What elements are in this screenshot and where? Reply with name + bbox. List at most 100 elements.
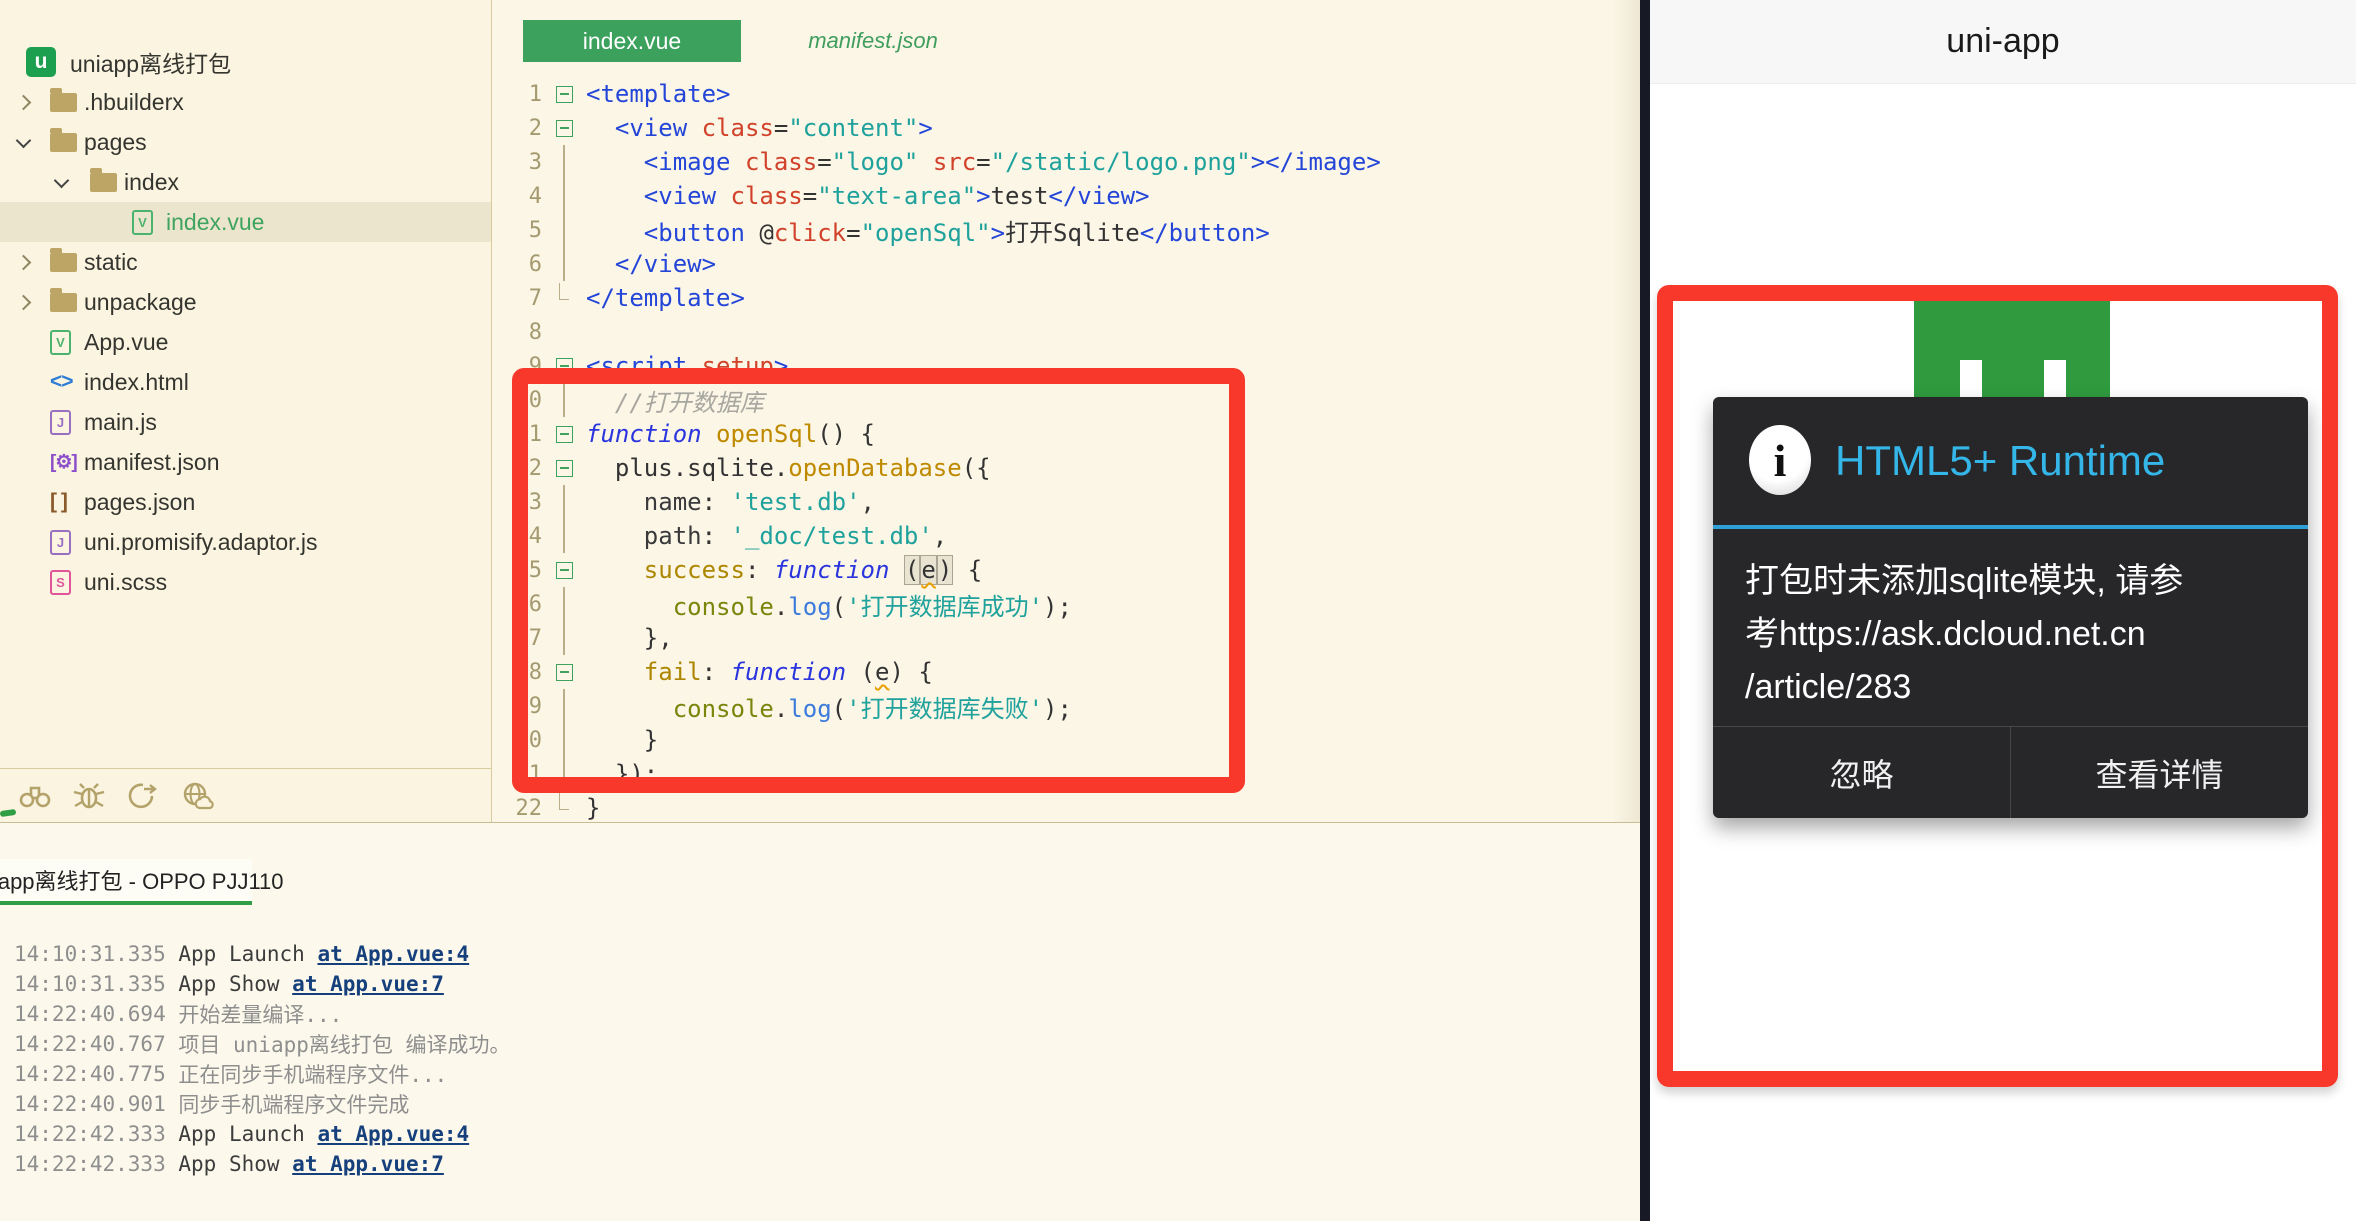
binoculars-search-icon[interactable] xyxy=(16,780,54,812)
bug-debug-icon[interactable] xyxy=(70,780,108,812)
fold-guide xyxy=(548,757,580,791)
editor-scrollbar[interactable] xyxy=(1612,0,1640,822)
tree-item-label: uni.scss xyxy=(84,569,167,596)
code-text: //打开数据库 xyxy=(580,383,764,418)
log-timestamp: 14:22:40.775 xyxy=(14,1062,178,1086)
chevron-right-icon[interactable] xyxy=(16,254,32,270)
tree-item-.hbuilderx[interactable]: .hbuilderx xyxy=(0,82,491,122)
code-line-20[interactable]: 20 } xyxy=(493,723,1640,757)
fold-toggle-icon[interactable] xyxy=(548,553,580,587)
tree-item-label: index.vue xyxy=(166,209,264,236)
tree-item-manifest.json[interactable]: [⚙]manifest.json xyxy=(0,442,491,482)
chevron-right-icon[interactable] xyxy=(16,94,32,110)
log-source-link[interactable]: at App.vue:4 xyxy=(317,942,469,966)
code-line-12[interactable]: 12 plus.sqlite.openDatabase({ xyxy=(493,451,1640,485)
view-details-button[interactable]: 查看详情 xyxy=(2010,727,2308,818)
tree-item-App.vue[interactable]: VApp.vue xyxy=(0,322,491,362)
tree-item-index[interactable]: index xyxy=(0,162,491,202)
console-log-line: 14:22:40.694 开始差量编译... xyxy=(14,999,511,1029)
dialog-title: HTML5+ Runtime xyxy=(1835,397,2165,525)
project-root[interactable]: u uniapp离线打包 xyxy=(0,42,491,82)
code-line-3[interactable]: 3 <image class="logo" src="/static/logo.… xyxy=(493,145,1640,179)
log-source-link[interactable]: at App.vue:7 xyxy=(292,972,444,996)
code-line-13[interactable]: 13 name: 'test.db', xyxy=(493,485,1640,519)
console-panel: uniapp离线打包 - OPPO PJJ110 14:10:31.335 Ap… xyxy=(0,822,1640,1221)
chevron-down-icon[interactable] xyxy=(54,172,70,188)
code-line-21[interactable]: 21 }); xyxy=(493,757,1640,791)
code-line-5[interactable]: 5 <button @click="openSql">打开Sqlite</but… xyxy=(493,213,1640,247)
code-line-11[interactable]: 11function openSql() { xyxy=(493,417,1640,451)
uniapp-logo-icon: u xyxy=(26,47,56,77)
log-timestamp: 14:22:42.333 xyxy=(14,1152,178,1176)
tree-item-unpackage[interactable]: unpackage xyxy=(0,282,491,322)
window-divider[interactable] xyxy=(1640,0,1650,1221)
globe-cloud-icon[interactable] xyxy=(178,780,216,812)
log-message: 同步手机端程序文件完成 xyxy=(178,1089,409,1119)
tree-item-pages[interactable]: pages xyxy=(0,122,491,162)
chevron-right-icon[interactable] xyxy=(16,294,32,310)
fold-toggle-icon[interactable] xyxy=(548,111,580,145)
fold-toggle-icon[interactable] xyxy=(548,451,580,485)
code-area[interactable]: 1<template>2 <view class="content">3 <im… xyxy=(493,77,1640,825)
log-message: App Show xyxy=(178,972,292,996)
tree-item-index.vue[interactable]: Vindex.vue xyxy=(0,202,491,242)
console-tab-underline xyxy=(0,901,252,905)
console-tab-device[interactable]: uniapp离线打包 - OPPO PJJ110 xyxy=(0,859,252,901)
line-number: 10 xyxy=(493,388,548,413)
sync-arrow-icon[interactable] xyxy=(124,780,162,812)
code-line-18[interactable]: 18 fail: function (e) { xyxy=(493,655,1640,689)
code-text: name: 'test.db', xyxy=(580,488,875,516)
code-line-16[interactable]: 16 console.log('打开数据库成功'); xyxy=(493,587,1640,621)
fold-guide xyxy=(548,621,580,655)
tree-item-uni.scss[interactable]: Suni.scss xyxy=(0,562,491,602)
log-message: 正在同步手机端程序文件... xyxy=(178,1059,447,1089)
tab-manifest-json[interactable]: manifest.json xyxy=(783,20,963,62)
fold-guide xyxy=(548,145,580,179)
info-icon: i xyxy=(1749,425,1811,495)
tree-item-pages.json[interactable]: [ ]pages.json xyxy=(0,482,491,522)
tree-item-label: static xyxy=(84,249,138,276)
tree-item-static[interactable]: static xyxy=(0,242,491,282)
code-line-6[interactable]: 6 </view> xyxy=(493,247,1640,281)
code-line-2[interactable]: 2 <view class="content"> xyxy=(493,111,1640,145)
code-text: console.log('打开数据库失败'); xyxy=(580,689,1072,724)
code-line-10[interactable]: 10 //打开数据库 xyxy=(493,383,1640,417)
log-message: App Launch xyxy=(178,1122,317,1146)
tab-index-vue[interactable]: index.vue xyxy=(523,20,741,62)
tree-item-main.js[interactable]: Jmain.js xyxy=(0,402,491,442)
console-log-list: 14:10:31.335 App Launch at App.vue:414:1… xyxy=(14,939,511,1179)
code-line-14[interactable]: 14 path: '_doc/test.db', xyxy=(493,519,1640,553)
code-line-19[interactable]: 19 console.log('打开数据库失败'); xyxy=(493,689,1640,723)
line-number: 5 xyxy=(493,218,548,243)
console-log-line: 14:10:31.335 App Show at App.vue:7 xyxy=(14,969,511,999)
chevron-down-icon[interactable] xyxy=(16,132,32,148)
html-file-icon: <> xyxy=(50,370,73,394)
fold-toggle-icon[interactable] xyxy=(548,77,580,111)
code-line-1[interactable]: 1<template> xyxy=(493,77,1640,111)
console-log-line: 14:22:40.767 项目 uniapp离线打包 编译成功。 xyxy=(14,1029,511,1059)
tree-item-label: .hbuilderx xyxy=(84,89,184,116)
code-line-4[interactable]: 4 <view class="text-area">test</view> xyxy=(493,179,1640,213)
code-line-8[interactable]: 8 xyxy=(493,315,1640,349)
line-number: 18 xyxy=(493,660,548,685)
code-line-15[interactable]: 15 success: function (e) { xyxy=(493,553,1640,587)
tree-item-uni.promisify.adaptor.js[interactable]: Juni.promisify.adaptor.js xyxy=(0,522,491,562)
fold-toggle-icon[interactable] xyxy=(548,655,580,689)
log-source-link[interactable]: at App.vue:4 xyxy=(317,1122,469,1146)
log-message: App Show xyxy=(178,1152,292,1176)
ignore-button[interactable]: 忽略 xyxy=(1713,727,2010,818)
log-source-link[interactable]: at App.vue:7 xyxy=(292,1152,444,1176)
code-line-17[interactable]: 17 }, xyxy=(493,621,1640,655)
line-number: 21 xyxy=(493,762,548,787)
code-line-9[interactable]: 9<script setup> xyxy=(493,349,1640,383)
line-number: 14 xyxy=(493,524,548,549)
line-number: 11 xyxy=(493,422,548,447)
fold-guide xyxy=(548,247,580,281)
code-text: <view class="text-area">test</view> xyxy=(580,182,1150,210)
fold-toggle-icon[interactable] xyxy=(548,417,580,451)
code-line-7[interactable]: 7</template> xyxy=(493,281,1640,315)
code-line-22[interactable]: 22} xyxy=(493,791,1640,825)
tree-item-index.html[interactable]: <>index.html xyxy=(0,362,491,402)
fold-toggle-icon[interactable] xyxy=(548,349,580,383)
tree-item-label: index xyxy=(124,169,179,196)
